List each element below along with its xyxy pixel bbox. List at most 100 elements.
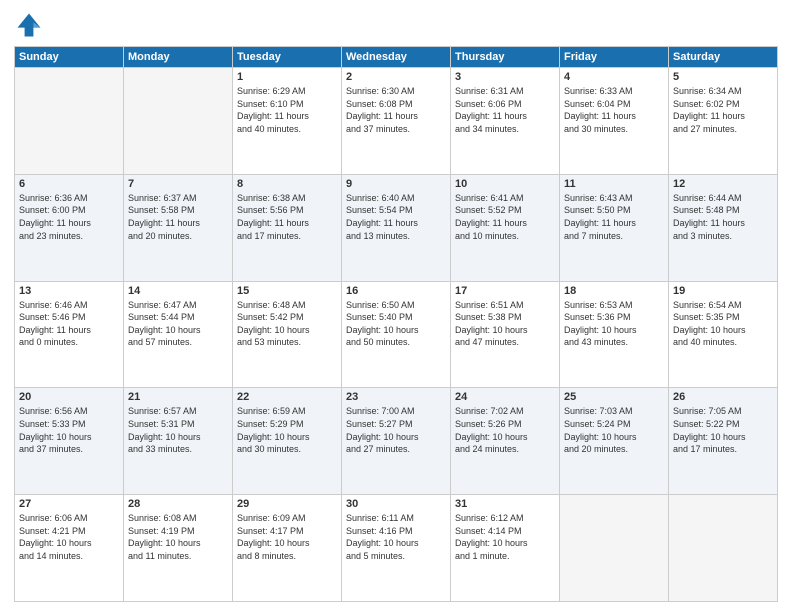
calendar-cell: 8Sunrise: 6:38 AMSunset: 5:56 PMDaylight… [233,174,342,281]
calendar-cell [124,68,233,175]
logo [14,10,48,40]
calendar-cell: 22Sunrise: 6:59 AMSunset: 5:29 PMDayligh… [233,388,342,495]
day-info: Sunrise: 7:02 AMSunset: 5:26 PMDaylight:… [455,405,555,455]
day-info: Sunrise: 6:06 AMSunset: 4:21 PMDaylight:… [19,512,119,562]
calendar-cell: 2 Sunrise: 6:30 AMSunset: 6:08 PMDaylight… [342,68,451,175]
day-info: Sunrise: 6:12 AMSunset: 4:14 PMDaylight:… [455,512,555,562]
day-info: Sunrise: 6:43 AMSunset: 5:50 PMDaylight:… [564,192,664,242]
calendar-cell: 7 Sunrise: 6:37 AMSunset: 5:58 PMDaylight… [124,174,233,281]
day-number: 2 [346,71,446,83]
day-number: 27 [19,498,119,510]
day-number: 31 [455,498,555,510]
day-info: Sunrise: 6:47 AMSunset: 5:44 PMDaylight:… [128,299,228,349]
weekday-header: Thursday [451,47,560,68]
page: SundayMondayTuesdayWednesdayThursdayFrid… [0,0,792,612]
calendar-cell: 3 Sunrise: 6:31 AMSunset: 6:06 PMDaylight… [451,68,560,175]
day-number: 18 [564,285,664,297]
day-info: Sunrise: 6:50 AMSunset: 5:40 PMDaylight:… [346,299,446,349]
day-info: Sunrise: 6:53 AMSunset: 5:36 PMDaylight:… [564,299,664,349]
day-info: Sunrise: 6:33 AMSunset: 6:04 PMDaylight:… [564,85,664,135]
day-info: Sunrise: 6:48 AMSunset: 5:42 PMDaylight:… [237,299,337,349]
logo-icon [14,10,44,40]
calendar-cell: 9 Sunrise: 6:40 AMSunset: 5:54 PMDaylight… [342,174,451,281]
calendar-cell: 6Sunrise: 6:36 AMSunset: 6:00 PMDaylight… [15,174,124,281]
calendar-cell: 15 Sunrise: 6:48 AMSunset: 5:42 PMDayligh… [233,281,342,388]
calendar-cell: 10 Sunrise: 6:41 AMSunset: 5:52 PMDayligh… [451,174,560,281]
day-number: 23 [346,391,446,403]
calendar-cell [560,495,669,602]
day-info: Sunrise: 6:44 AMSunset: 5:48 PMDaylight:… [673,192,773,242]
weekday-header: Friday [560,47,669,68]
day-info: Sunrise: 6:54 AMSunset: 5:35 PMDaylight:… [673,299,773,349]
calendar-cell: 26Sunrise: 7:05 AMSunset: 5:22 PMDayligh… [669,388,778,495]
day-number: 9 [346,178,446,190]
weekday-header-row: SundayMondayTuesdayWednesdayThursdayFrid… [15,47,778,68]
calendar-cell: 27 Sunrise: 6:06 AMSunset: 4:21 PMDayligh… [15,495,124,602]
calendar-cell: 16Sunrise: 6:50 AMSunset: 5:40 PMDayligh… [342,281,451,388]
day-info: Sunrise: 6:29 AMSunset: 6:10 PMDaylight:… [237,85,337,135]
day-number: 20 [19,391,119,403]
day-info: Sunrise: 6:11 AMSunset: 4:16 PMDaylight:… [346,512,446,562]
calendar-cell [669,495,778,602]
day-number: 17 [455,285,555,297]
calendar-cell: 4 Sunrise: 6:33 AMSunset: 6:04 PMDaylight… [560,68,669,175]
day-number: 5 [673,71,773,83]
calendar-cell: 14 Sunrise: 6:47 AMSunset: 5:44 PMDayligh… [124,281,233,388]
day-info: Sunrise: 6:09 AMSunset: 4:17 PMDaylight:… [237,512,337,562]
calendar-cell: 11 Sunrise: 6:43 AMSunset: 5:50 PMDayligh… [560,174,669,281]
calendar-cell: 23 Sunrise: 7:00 AMSunset: 5:27 PMDayligh… [342,388,451,495]
day-number: 11 [564,178,664,190]
calendar-cell: 12 Sunrise: 6:44 AMSunset: 5:48 PMDayligh… [669,174,778,281]
day-number: 7 [128,178,228,190]
day-number: 19 [673,285,773,297]
day-number: 4 [564,71,664,83]
calendar-cell: 29 Sunrise: 6:09 AMSunset: 4:17 PMDayligh… [233,495,342,602]
day-info: Sunrise: 6:51 AMSunset: 5:38 PMDaylight:… [455,299,555,349]
day-info: Sunrise: 6:34 AMSunset: 6:02 PMDaylight:… [673,85,773,135]
weekday-header: Saturday [669,47,778,68]
day-number: 21 [128,391,228,403]
calendar-week-row: 20 Sunrise: 6:56 AMSunset: 5:33 PMDayligh… [15,388,778,495]
day-number: 13 [19,285,119,297]
calendar-cell: 25 Sunrise: 7:03 AMSunset: 5:24 PMDayligh… [560,388,669,495]
day-number: 25 [564,391,664,403]
day-info: Sunrise: 6:40 AMSunset: 5:54 PMDaylight:… [346,192,446,242]
calendar-cell: 13Sunrise: 6:46 AMSunset: 5:46 PMDayligh… [15,281,124,388]
calendar-cell: 17 Sunrise: 6:51 AMSunset: 5:38 PMDayligh… [451,281,560,388]
day-number: 30 [346,498,446,510]
day-number: 29 [237,498,337,510]
day-info: Sunrise: 7:00 AMSunset: 5:27 PMDaylight:… [346,405,446,455]
day-info: Sunrise: 6:31 AMSunset: 6:06 PMDaylight:… [455,85,555,135]
calendar-week-row: 27 Sunrise: 6:06 AMSunset: 4:21 PMDayligh… [15,495,778,602]
day-info: Sunrise: 7:05 AMSunset: 5:22 PMDaylight:… [673,405,773,455]
day-number: 8 [237,178,337,190]
weekday-header: Tuesday [233,47,342,68]
calendar-cell [15,68,124,175]
calendar-cell: 30 Sunrise: 6:11 AMSunset: 4:16 PMDayligh… [342,495,451,602]
day-info: Sunrise: 6:08 AMSunset: 4:19 PMDaylight:… [128,512,228,562]
day-info: Sunrise: 6:57 AMSunset: 5:31 PMDaylight:… [128,405,228,455]
day-info: Sunrise: 6:37 AMSunset: 5:58 PMDaylight:… [128,192,228,242]
day-number: 1 [237,71,337,83]
day-number: 12 [673,178,773,190]
calendar-week-row: 1 Sunrise: 6:29 AMSunset: 6:10 PMDaylight… [15,68,778,175]
day-info: Sunrise: 7:03 AMSunset: 5:24 PMDaylight:… [564,405,664,455]
calendar-table: SundayMondayTuesdayWednesdayThursdayFrid… [14,46,778,602]
day-number: 6 [19,178,119,190]
calendar-cell: 18 Sunrise: 6:53 AMSunset: 5:36 PMDayligh… [560,281,669,388]
weekday-header: Monday [124,47,233,68]
day-number: 22 [237,391,337,403]
day-number: 28 [128,498,228,510]
day-number: 3 [455,71,555,83]
day-number: 10 [455,178,555,190]
calendar-cell: 21 Sunrise: 6:57 AMSunset: 5:31 PMDayligh… [124,388,233,495]
calendar-cell: 31 Sunrise: 6:12 AMSunset: 4:14 PMDayligh… [451,495,560,602]
day-number: 15 [237,285,337,297]
header [14,10,778,40]
day-info: Sunrise: 6:41 AMSunset: 5:52 PMDaylight:… [455,192,555,242]
day-info: Sunrise: 6:56 AMSunset: 5:33 PMDaylight:… [19,405,119,455]
day-number: 14 [128,285,228,297]
day-info: Sunrise: 6:30 AMSunset: 6:08 PMDaylight:… [346,85,446,135]
calendar-week-row: 13Sunrise: 6:46 AMSunset: 5:46 PMDayligh… [15,281,778,388]
weekday-header: Wednesday [342,47,451,68]
